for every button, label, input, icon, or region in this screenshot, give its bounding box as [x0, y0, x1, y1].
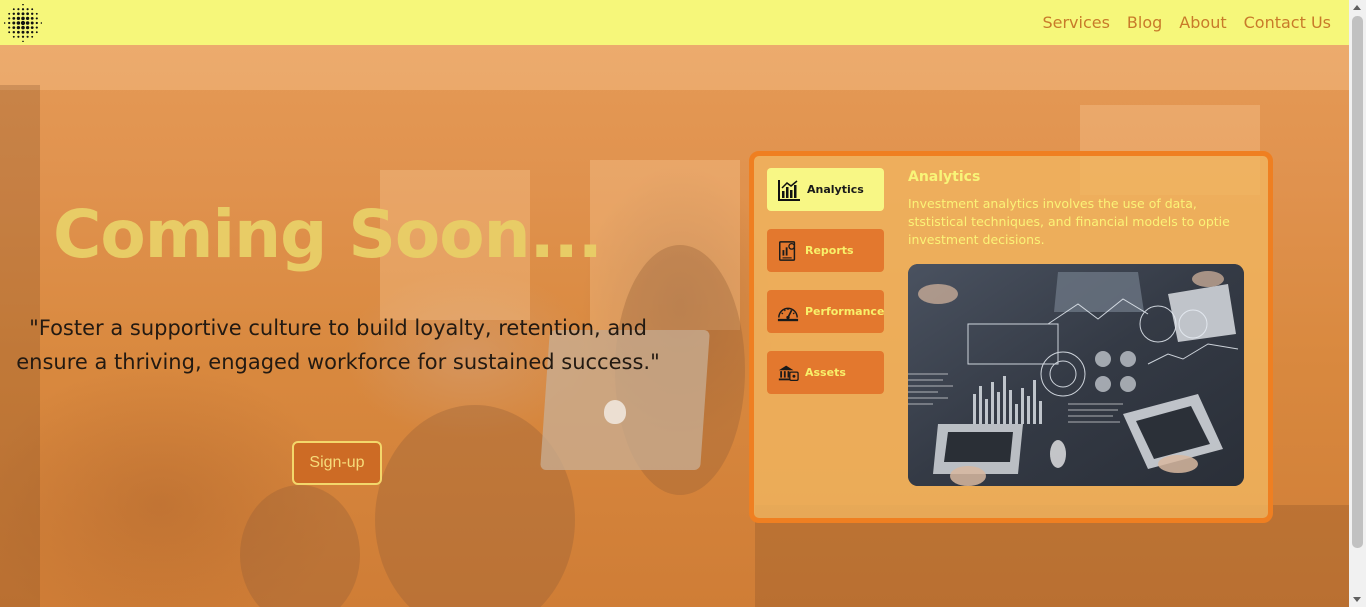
logo-dot — [17, 30, 20, 34]
logo-dot — [21, 16, 25, 20]
background-ceiling — [0, 45, 1349, 90]
logo-dot — [40, 21, 42, 24]
tab-content: Analytics Investment analytics involves … — [908, 169, 1248, 486]
logo-dot — [17, 7, 20, 10]
hero-title: Coming Soon... — [53, 196, 603, 273]
tab-content-heading: Analytics — [908, 169, 981, 185]
tab-label: Reports — [805, 244, 854, 257]
logo-dot — [12, 16, 16, 20]
nav-link-contact-us[interactable]: Contact Us — [1244, 13, 1331, 32]
performance-gauge-icon — [777, 307, 799, 321]
logo-dot — [8, 21, 11, 24]
logo-dot — [30, 16, 34, 20]
logo-dot — [35, 12, 38, 15]
logo-dot — [21, 35, 25, 38]
logo-dot — [4, 21, 6, 24]
services-tabs-panel: Analytics Reports Performance Assets Ana… — [749, 151, 1273, 523]
logo-dot — [8, 26, 11, 29]
logo-dot — [30, 25, 34, 29]
hero-quote: "Foster a supportive culture to build lo… — [16, 316, 660, 374]
nav-link-services[interactable]: Services — [1042, 13, 1109, 32]
logo-dot — [21, 30, 25, 34]
analytics-chart-icon — [778, 179, 800, 201]
logo-dot — [31, 12, 34, 15]
logo-dot — [26, 35, 29, 38]
logo-dot — [17, 35, 20, 38]
analytics-image — [908, 264, 1244, 486]
logo-dot — [26, 11, 29, 15]
logo-dot — [16, 20, 21, 25]
signup-button[interactable]: Sign-up — [292, 441, 382, 485]
tab-performance[interactable]: Performance — [767, 290, 884, 333]
tab-reports[interactable]: Reports — [767, 229, 884, 272]
page-scrollbar[interactable] — [1349, 0, 1366, 607]
logo-icon[interactable] — [4, 3, 42, 42]
logo-dot — [26, 30, 29, 34]
logo-dot — [35, 21, 38, 24]
logo-dot — [8, 30, 11, 33]
logo-dot — [12, 35, 15, 38]
logo-dot — [20, 20, 26, 25]
logo-dot — [31, 35, 34, 38]
scroll-down-arrow-icon[interactable] — [1353, 597, 1361, 602]
logo-dot — [25, 20, 30, 25]
tab-list: Analytics Reports Performance Assets — [767, 168, 885, 412]
tab-label: Assets — [805, 366, 846, 379]
logo-dot — [21, 25, 25, 29]
logo-dot — [17, 11, 20, 15]
tab-content-description: Investment analytics involves the use of… — [908, 196, 1230, 247]
logo-dot — [12, 7, 15, 10]
background-person — [240, 485, 360, 607]
logo-dot — [22, 40, 24, 42]
tab-label: Analytics — [807, 183, 864, 196]
logo-dot — [31, 30, 34, 33]
logo-dot — [12, 12, 15, 15]
apple-logo-icon — [604, 400, 626, 424]
logo-dot — [8, 16, 11, 19]
analytics-illustration — [908, 264, 1244, 486]
logo-dot — [35, 16, 38, 19]
logo-dot — [22, 3, 24, 5]
logo-dot — [25, 16, 30, 20]
report-document-icon — [779, 240, 796, 261]
nav-link-blog[interactable]: Blog — [1127, 13, 1162, 32]
logo-dot — [25, 25, 30, 29]
tab-analytics[interactable]: Analytics — [767, 168, 884, 211]
nav-link-about[interactable]: About — [1179, 13, 1226, 32]
logo-dot — [21, 7, 25, 10]
logo-dot — [16, 25, 21, 29]
logo-dot — [35, 26, 38, 29]
navbar: Services Blog About Contact Us — [0, 0, 1349, 45]
tab-label: Performance — [805, 305, 885, 318]
assets-bank-icon — [778, 365, 799, 381]
logo-dot — [16, 16, 21, 20]
tab-assets[interactable]: Assets — [767, 351, 884, 394]
logo-dot — [30, 21, 34, 24]
logo-dot — [21, 11, 25, 15]
logo-dot — [8, 12, 11, 15]
logo-dot — [12, 30, 15, 33]
logo-dot — [12, 21, 16, 24]
hero-section: Coming Soon... "Foster a supportive cult… — [0, 45, 1349, 607]
logo-dot — [31, 7, 34, 10]
logo-dot — [26, 7, 29, 10]
nav-links: Services Blog About Contact Us — [1042, 13, 1331, 32]
logo-dot — [35, 30, 38, 33]
scrollbar-thumb[interactable] — [1352, 16, 1363, 548]
scroll-up-arrow-icon[interactable] — [1353, 5, 1361, 10]
logo-dot — [12, 25, 16, 29]
